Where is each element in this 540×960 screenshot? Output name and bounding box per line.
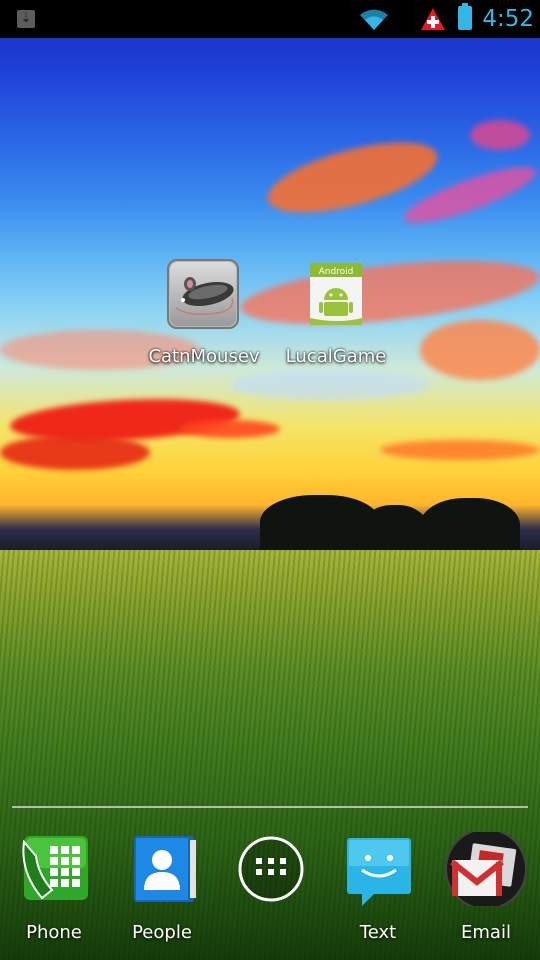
app-label: LucalGame xyxy=(285,346,387,367)
wallpaper xyxy=(0,0,540,960)
wallpaper-cloud xyxy=(0,435,150,470)
dock-label xyxy=(220,920,320,946)
dock-label: Text xyxy=(359,922,397,943)
app-drawer-icon xyxy=(236,832,306,906)
status-time: 4:52 xyxy=(482,6,534,32)
dock-item-text[interactable]: Text xyxy=(328,832,428,952)
android-badge-text: Android xyxy=(319,267,354,277)
wallpaper-cloud xyxy=(470,120,530,150)
phone-icon xyxy=(20,832,90,906)
wallpaper-trees xyxy=(420,498,520,558)
wallpaper-cloud xyxy=(380,440,540,460)
wallpaper-cloud xyxy=(180,420,280,438)
wallpaper-cloud xyxy=(420,320,540,380)
messaging-icon xyxy=(344,832,414,906)
dock-item-phone[interactable]: Phone xyxy=(4,832,104,952)
wifi-icon xyxy=(360,9,388,30)
dock-label: Phone xyxy=(26,922,82,943)
status-bar: ⇣ 4:52 xyxy=(0,0,540,38)
dock-divider xyxy=(12,806,528,808)
gmail-icon xyxy=(444,828,528,910)
battery-icon xyxy=(458,3,472,30)
people-icon xyxy=(128,832,198,906)
download-notification-icon[interactable]: ⇣ xyxy=(17,10,35,28)
dock-item-people[interactable]: People xyxy=(112,832,212,952)
dock-label: People xyxy=(132,922,192,943)
dock-label: Email xyxy=(461,922,511,943)
android-app-icon: Android xyxy=(298,258,374,334)
mouse-icon xyxy=(166,258,242,334)
alert-icon xyxy=(421,8,445,30)
app-shortcut-lucalgame[interactable]: Android LucalGame xyxy=(276,258,396,378)
dock-item-email[interactable]: Email xyxy=(436,828,536,952)
app-label: CatnMousev xyxy=(148,346,260,367)
dock-item-app-drawer[interactable] xyxy=(220,832,320,952)
app-shortcut-catnmousev[interactable]: CatnMousev xyxy=(144,258,264,378)
